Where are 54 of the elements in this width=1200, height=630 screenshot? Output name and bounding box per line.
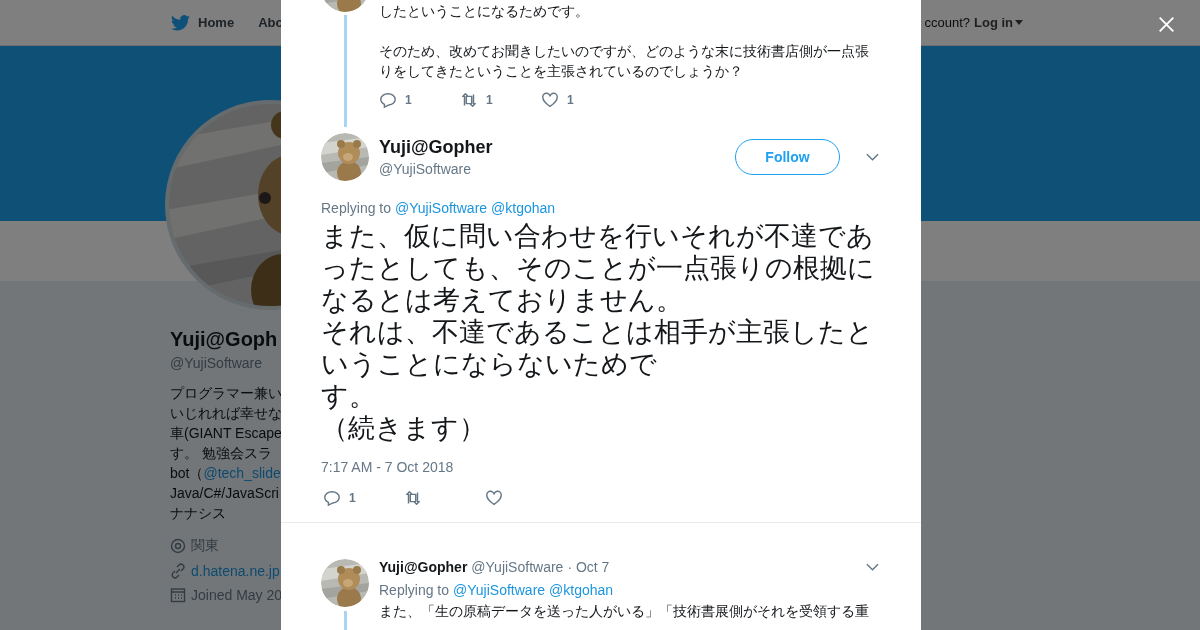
calendar-icon bbox=[170, 587, 186, 603]
tweet-text: そのため、改めてお聞きしたいのですが、どのような末に技術書店側が一点張りをしてきたということを主張されているのでしょうか？ bbox=[379, 42, 870, 81]
login-button[interactable]: Log in bbox=[974, 15, 1023, 30]
user-handle: @YujiSoftware bbox=[379, 161, 473, 177]
location-pin-icon bbox=[170, 538, 186, 554]
chevron-down-icon[interactable] bbox=[866, 153, 879, 161]
caret-icon bbox=[1015, 20, 1023, 25]
profile-handle: @YujiSoftware bbox=[170, 355, 264, 371]
chevron-down-icon[interactable] bbox=[866, 563, 879, 571]
action-count: 1 bbox=[405, 93, 412, 107]
retweet-icon[interactable] bbox=[404, 489, 422, 507]
mention-link[interactable]: @tech_slide bbox=[203, 465, 281, 481]
bio-text: プログラマー兼い bbox=[170, 384, 281, 403]
location-text: 関東 bbox=[191, 537, 219, 555]
bio-text: bot（ bbox=[170, 465, 204, 481]
link-icon bbox=[170, 563, 186, 579]
profile-name: Yuji@Goph bbox=[170, 328, 279, 351]
mention-link[interactable]: @ktgohan bbox=[491, 200, 556, 216]
replying-label: Replying to bbox=[321, 200, 392, 216]
tweet-text: （続きます） bbox=[321, 412, 487, 444]
tweet-timestamp: 7:17 AM - 7 Oct 2018 bbox=[321, 459, 455, 475]
bird-icon bbox=[171, 14, 190, 31]
user-name[interactable]: Yuji@Gopher bbox=[379, 559, 468, 575]
user-name[interactable]: Yuji@Gopher bbox=[379, 137, 493, 158]
website-link[interactable]: d.hatena.ne.jp bbox=[191, 563, 280, 579]
nav-link[interactable]: Home bbox=[171, 14, 235, 31]
user-handle: @YujiSoftware bbox=[471, 559, 564, 575]
action-count: 1 bbox=[349, 491, 356, 505]
action-count: 1 bbox=[567, 93, 574, 107]
bio-text: いじれれば幸せな bbox=[170, 404, 281, 423]
tweet-text: したということになるためです。 bbox=[379, 2, 590, 21]
bio-text: ナナシス bbox=[170, 504, 227, 523]
mention-link[interactable]: @ktgohan bbox=[549, 582, 614, 598]
tweet-date: · Oct 7 bbox=[567, 559, 610, 575]
bio-text: Java/C#/JavaScri bbox=[170, 484, 280, 503]
heart-icon[interactable] bbox=[485, 489, 503, 507]
replying-label: Replying to bbox=[379, 582, 450, 598]
account-prompt: ccount? bbox=[923, 15, 970, 30]
reply-icon[interactable] bbox=[323, 489, 341, 507]
tweet-text: それは、不達であることは相手が主張したということにならないためで bbox=[321, 316, 875, 380]
follow-button[interactable]: Follow bbox=[735, 139, 840, 175]
close-icon[interactable] bbox=[1158, 16, 1175, 33]
mention-link[interactable]: @YujiSoftware bbox=[395, 200, 488, 216]
reply-icon[interactable] bbox=[379, 91, 397, 109]
tweet-text: また、仮に問い合わせを行いそれが不達であったとしても、そのことが一点張りの根拠になるとは考えておりません。 bbox=[321, 220, 876, 316]
bio-text: す。 勉強会スラ bbox=[170, 444, 273, 463]
action-count: 1 bbox=[486, 93, 493, 107]
mention-link[interactable]: @YujiSoftware bbox=[453, 582, 546, 598]
retweet-icon[interactable] bbox=[460, 91, 478, 109]
heart-icon[interactable] bbox=[541, 91, 559, 109]
tweet-text: また、「生の原稿データを送った人がいる」「技術書展側がそれを受領する重 bbox=[379, 602, 870, 621]
bio-text: 車(GIANT Escape bbox=[170, 424, 281, 443]
tweet-text: す。 bbox=[321, 380, 377, 412]
joined-date: Joined May 20 bbox=[191, 587, 283, 603]
